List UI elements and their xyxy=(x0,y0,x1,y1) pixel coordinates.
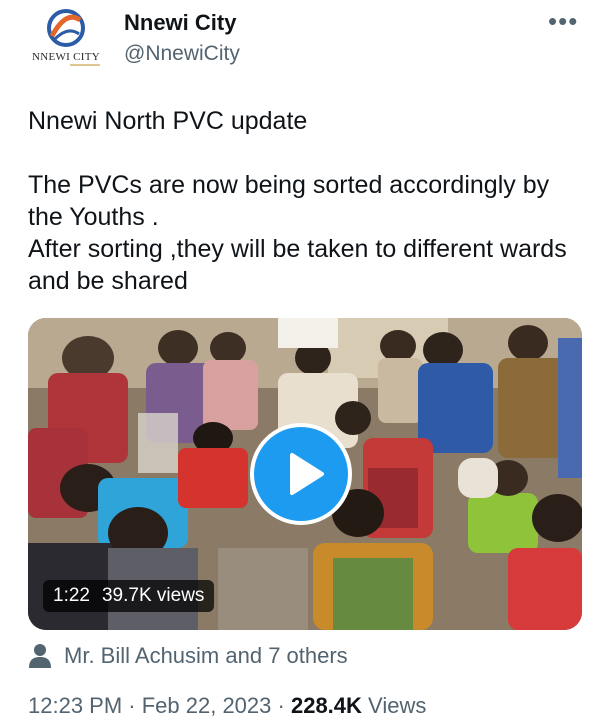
tweet-date[interactable]: Feb 22, 2023 xyxy=(142,693,272,718)
tagged-users[interactable]: Mr. Bill Achusim and 7 others xyxy=(28,640,348,672)
tagged-users-text: Mr. Bill Achusim and 7 others xyxy=(64,643,348,668)
account-handle[interactable]: @NnewiCity xyxy=(124,42,240,66)
views-label: Views xyxy=(368,693,427,718)
meta-separator: · xyxy=(122,693,142,718)
play-button[interactable] xyxy=(250,423,352,525)
tweet-metadata: 12:23 PM · Feb 22, 2023 · 228.4K Views xyxy=(28,693,426,719)
view-count: 228.4K xyxy=(290,693,362,718)
video-views: 39.7K views xyxy=(101,585,205,606)
tweet-body-line: The PVCs are now being sorted accordingl… xyxy=(28,171,550,231)
tweet-title-line: Nnewi North PVC update xyxy=(28,107,308,135)
nnewi-city-logo-icon xyxy=(47,9,85,47)
video-player[interactable]: 1:22 39.7K views xyxy=(28,318,582,630)
person-icon xyxy=(29,644,51,668)
logo-wordmark: NNEWI CITY xyxy=(31,51,101,63)
tweet-body-line: After sorting ,they will be taken to dif… xyxy=(28,235,567,295)
tweet-time[interactable]: 12:23 PM xyxy=(28,693,122,718)
tweet-text: Nnewi North PVC update The PVCs are now … xyxy=(28,105,588,297)
play-icon xyxy=(290,453,324,495)
logo-underline xyxy=(70,64,100,66)
video-duration: 1:22 xyxy=(53,585,90,606)
account-avatar[interactable]: NNEWI CITY xyxy=(22,6,110,78)
display-name[interactable]: Nnewi City xyxy=(124,10,236,36)
video-stats-badge: 1:22 39.7K views xyxy=(43,580,215,612)
meta-separator: · xyxy=(271,693,291,718)
more-icon[interactable]: ••• xyxy=(548,6,578,37)
